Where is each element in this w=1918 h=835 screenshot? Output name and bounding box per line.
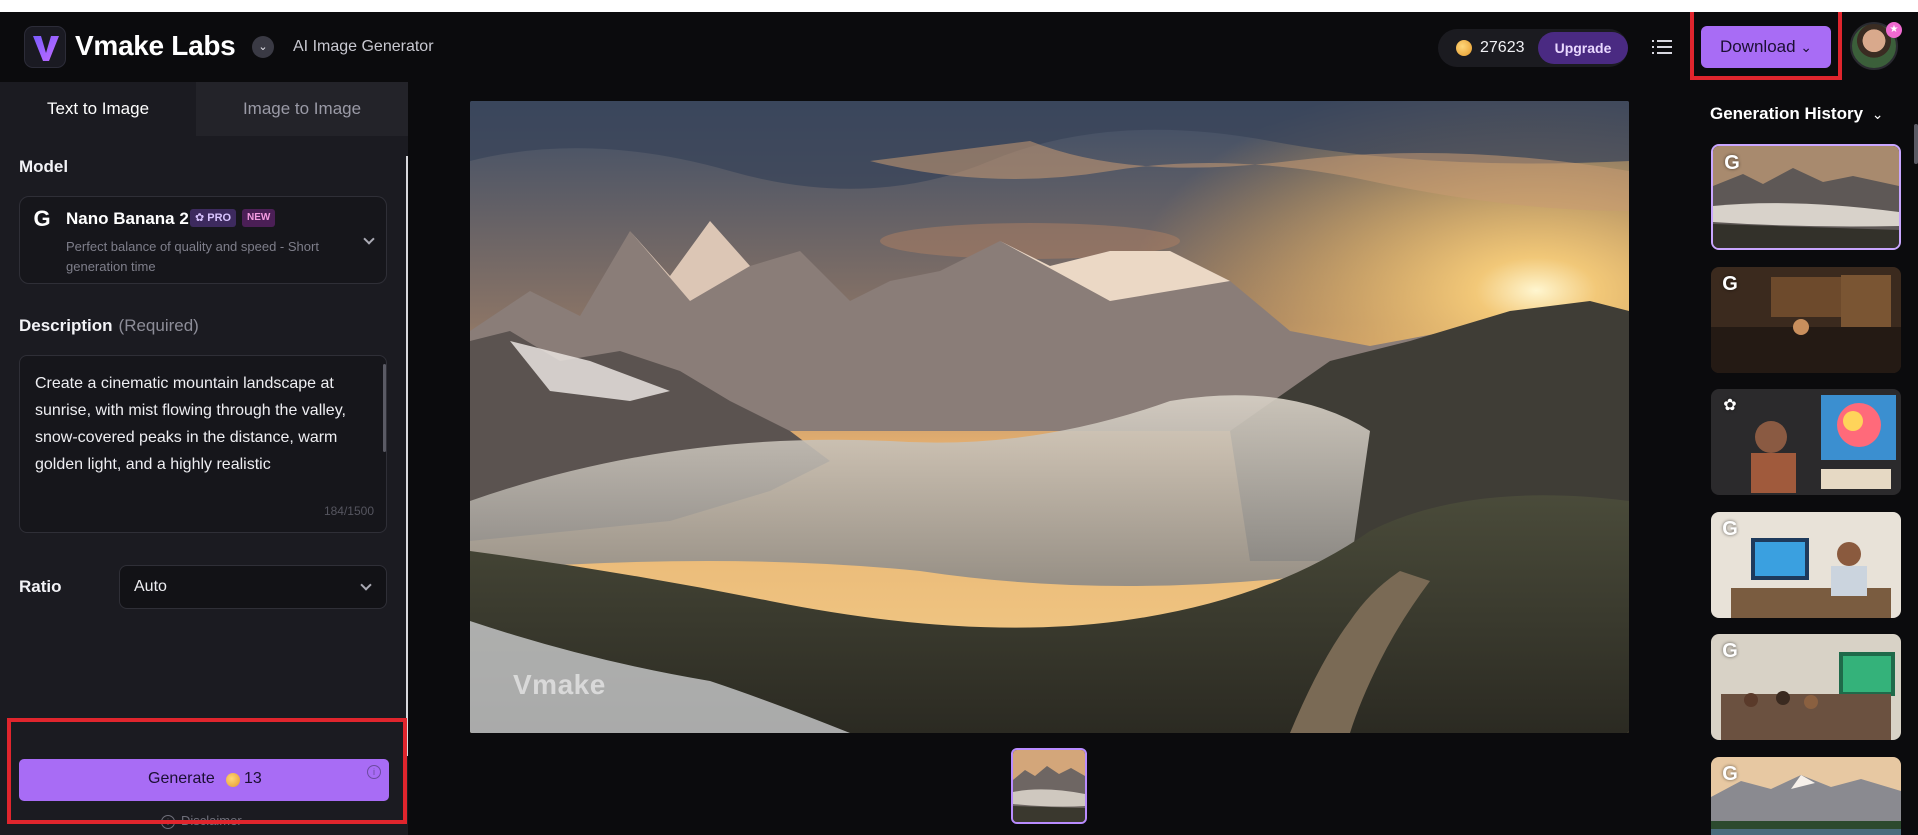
history-item[interactable]: G bbox=[1711, 512, 1901, 618]
generated-image-preview[interactable]: Vmake bbox=[470, 101, 1629, 733]
google-icon: G bbox=[1724, 152, 1740, 174]
top-bar: Vmake Labs ⌄ AI Image Generator 27623 Up… bbox=[0, 12, 1918, 82]
textarea-scrollbar[interactable] bbox=[383, 364, 386, 452]
watermark: Vmake bbox=[513, 669, 606, 700]
ratio-label: Ratio bbox=[19, 577, 62, 596]
mode-tabs: Text to Image Image to Image bbox=[0, 82, 408, 136]
description-label-text: Description bbox=[19, 316, 113, 335]
tab-image-to-image[interactable]: Image to Image bbox=[196, 82, 408, 136]
credits-value: 27623 bbox=[1480, 39, 1525, 56]
openai-icon: ✿ bbox=[1723, 397, 1737, 414]
chevron-down-icon[interactable]: ⌄ bbox=[252, 36, 274, 58]
app-subtitle: AI Image Generator bbox=[293, 38, 434, 55]
chevron-down-icon bbox=[363, 233, 375, 245]
highlight-box-generate bbox=[7, 718, 407, 824]
google-icon: G bbox=[1722, 640, 1738, 662]
history-title[interactable]: Generation History ⌄ bbox=[1710, 104, 1884, 124]
highlight-box-download bbox=[1690, 12, 1842, 80]
menu-list-icon[interactable] bbox=[1652, 38, 1672, 56]
google-icon: G bbox=[33, 206, 51, 231]
google-icon: G bbox=[1722, 518, 1738, 540]
upgrade-button[interactable]: Upgrade bbox=[1538, 32, 1628, 64]
model-name: Nano Banana 2 bbox=[66, 209, 189, 228]
description-label: Description (Required) bbox=[19, 316, 199, 336]
credits-pill: 27623 Upgrade bbox=[1438, 29, 1628, 67]
vmake-logo-icon[interactable] bbox=[24, 26, 66, 68]
pro-badge: ✿ PRO bbox=[190, 209, 237, 227]
new-badge: NEW bbox=[242, 209, 276, 227]
model-selector[interactable]: G Nano Banana 2 ✿ PRO NEW Perfect balanc… bbox=[19, 196, 387, 284]
panel-divider bbox=[406, 156, 408, 756]
description-text: Create a cinematic mountain landscape at… bbox=[35, 375, 346, 473]
history-scrollbar[interactable] bbox=[1914, 124, 1918, 164]
history-item[interactable]: G bbox=[1711, 757, 1901, 835]
tab-text-to-image[interactable]: Text to Image bbox=[0, 82, 196, 136]
history-item[interactable]: G bbox=[1711, 267, 1901, 373]
star-badge-icon: ★ bbox=[1886, 22, 1902, 38]
history-item[interactable]: G bbox=[1711, 634, 1901, 740]
brand-name: Vmake Labs bbox=[75, 30, 236, 61]
preview-thumbnail[interactable] bbox=[1011, 748, 1087, 824]
history-item[interactable]: ✿ bbox=[1711, 389, 1901, 495]
coin-icon bbox=[1456, 40, 1472, 56]
model-description: Perfect balance of quality and speed - S… bbox=[66, 239, 319, 274]
history-item[interactable]: G bbox=[1711, 144, 1901, 250]
chevron-down-icon bbox=[360, 579, 372, 591]
char-count: 184/1500 bbox=[323, 504, 374, 518]
chevron-down-icon: ⌄ bbox=[1871, 106, 1884, 122]
google-icon: G bbox=[1722, 273, 1738, 295]
app-window: Vmake Labs ⌄ AI Image Generator 27623 Up… bbox=[0, 12, 1918, 835]
model-label: Model bbox=[19, 157, 69, 176]
required-hint: (Required) bbox=[118, 316, 199, 335]
ratio-value: Auto bbox=[134, 578, 167, 595]
history-title-text: Generation History bbox=[1710, 104, 1864, 123]
description-textarea[interactable]: Create a cinematic mountain landscape at… bbox=[19, 355, 387, 533]
ratio-select[interactable]: Auto bbox=[119, 565, 387, 609]
google-icon: G bbox=[1722, 763, 1738, 785]
